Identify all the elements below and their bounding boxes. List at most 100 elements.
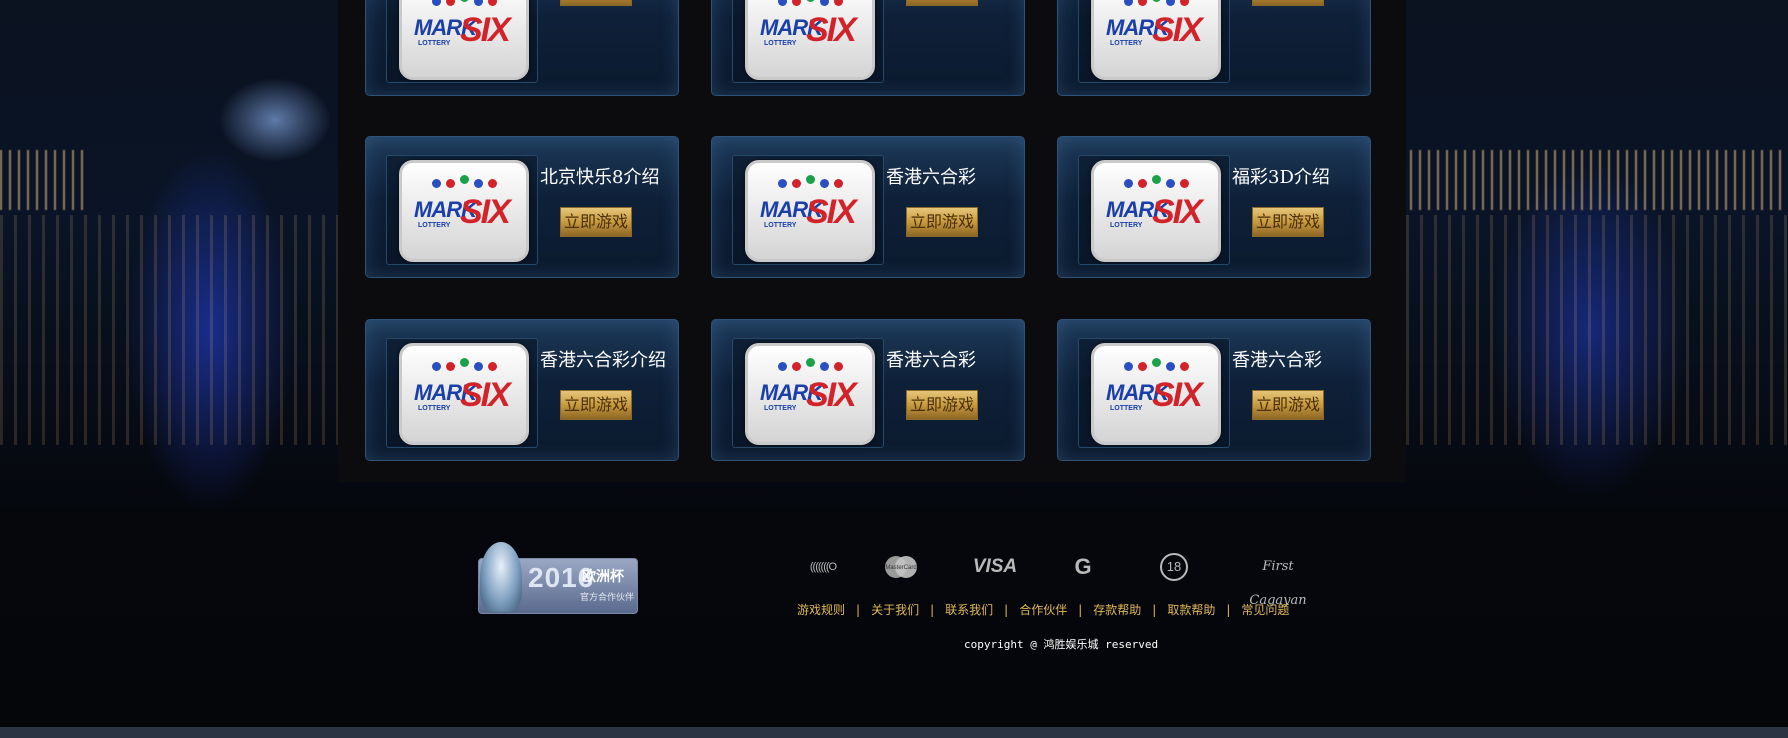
logo-lottery-text: LOTTERY [418, 40, 451, 47]
visa-icon: VISA [972, 556, 1018, 577]
copyright: copyright @ 鸿胜娱乐城 reserved [964, 638, 1159, 651]
game-logo-frame: MARK LOTTERY SIX [386, 0, 538, 83]
logo-six-text: SIX [460, 193, 511, 231]
footer-link[interactable]: 取款帮助 [1167, 603, 1215, 617]
mark-six-logo-icon: MARK LOTTERY SIX [745, 343, 875, 445]
logo-lottery-text: LOTTERY [764, 405, 797, 412]
logo-dots [1124, 358, 1194, 371]
game-card: MARK LOTTERY SIX 香港六合彩立即游戏 [1057, 319, 1371, 461]
logo-six-text: SIX [1152, 11, 1203, 49]
gamcare-icon: G [1074, 554, 1092, 579]
logo-dot [834, 0, 843, 6]
logo-dot [806, 0, 815, 2]
logo-dot [488, 362, 497, 371]
logo-dot [792, 362, 801, 371]
logo-dots [1124, 175, 1194, 188]
city-lights-left [0, 150, 90, 210]
footer-link[interactable]: 关于我们 [871, 603, 919, 617]
logo-dot [820, 0, 829, 6]
link-separator: | [1152, 603, 1157, 617]
logo-six-text: SIX [806, 193, 857, 231]
logo-dot [474, 179, 483, 188]
game-title: 香港六合彩 [1232, 350, 1322, 371]
game-logo-frame: MARK LOTTERY SIX [1078, 338, 1230, 448]
play-now-button[interactable]: 立即游戏 [906, 207, 978, 237]
mastercard-label: MasterCard [885, 565, 916, 571]
logo-dot [1166, 362, 1175, 371]
logo-dot [1166, 0, 1175, 6]
logo-dots [432, 175, 502, 188]
logo-dot [1138, 362, 1147, 371]
moneybookers-icon: (((((((O [809, 561, 837, 573]
mark-six-logo-icon: MARK LOTTERY SIX [399, 160, 529, 262]
logo-dot [834, 362, 843, 371]
play-now-button[interactable]: 立即游戏 [1252, 0, 1324, 6]
logo-dot [474, 362, 483, 371]
link-separator: | [930, 603, 935, 617]
logo-dot [1124, 0, 1133, 6]
mark-six-logo-icon: MARK LOTTERY SIX [1091, 160, 1221, 262]
logo-dots [778, 0, 848, 6]
game-logo-frame: MARK LOTTERY SIX [1078, 155, 1230, 265]
play-now-button[interactable]: 立即游戏 [906, 0, 978, 6]
mark-six-logo-icon: MARK LOTTERY SIX [1091, 343, 1221, 445]
logo-dot [820, 362, 829, 371]
play-now-button[interactable]: 立即游戏 [560, 207, 632, 237]
logo-lottery-text: LOTTERY [418, 222, 451, 229]
logo-dot [1152, 0, 1161, 2]
play-now-button[interactable]: 立即游戏 [560, 390, 632, 420]
age-18-icon: 18 [1160, 550, 1188, 584]
logo-dot [792, 0, 801, 6]
logo-dot [1152, 358, 1161, 367]
footer-link[interactable]: 合作伙伴 [1019, 603, 1067, 617]
link-separator: | [1226, 603, 1231, 617]
play-now-button[interactable]: 立即游戏 [1252, 207, 1324, 237]
water-reflection-left [0, 215, 338, 445]
mastercard-icon: MasterCard [881, 550, 921, 584]
link-separator: | [1004, 603, 1009, 617]
logo-dot [432, 179, 441, 188]
mark-six-logo-icon: MARK LOTTERY SIX [399, 343, 529, 445]
logo-dot [474, 0, 483, 6]
logo-dot [1138, 179, 1147, 188]
play-now-button[interactable]: 立即游戏 [1252, 390, 1324, 420]
footer-link[interactable]: 联系我们 [945, 603, 993, 617]
play-now-button[interactable]: 立即游戏 [560, 0, 632, 6]
play-now-button[interactable]: 立即游戏 [906, 390, 978, 420]
logo-dots [778, 175, 848, 188]
footer-nav: 游戏规则 | 关于我们 | 联系我们 | 合作伙伴 | 存款帮助 | 取款帮助 | 常见问题 [797, 601, 1317, 619]
link-separator: | [1078, 603, 1083, 617]
city-lights-right [1410, 150, 1788, 210]
logo-lottery-text: LOTTERY [764, 222, 797, 229]
logo-dot [460, 358, 469, 367]
logo-lottery-text: LOTTERY [1110, 405, 1143, 412]
game-title: 香港六合彩 [886, 167, 976, 188]
logo-six-text: SIX [460, 376, 511, 414]
game-card: MARK LOTTERY SIX 香港六合彩介绍 立即游戏 [365, 319, 679, 461]
game-card: MARK LOTTERY SIX 香港六合彩 立即游戏 [711, 319, 1025, 461]
logo-six-text: SIX [806, 376, 857, 414]
logo-dots [432, 0, 502, 6]
game-title: 香港六合彩 [886, 350, 976, 371]
logo-six-text: SIX [1152, 193, 1203, 231]
game-logo-frame: MARK LOTTERY SIX [732, 338, 884, 448]
badge-cup: 欧洲杯 [582, 569, 624, 585]
game-logo-frame: MARK LOTTERY SIX [386, 155, 538, 265]
footer-link[interactable]: 常见问题 [1241, 603, 1289, 617]
logo-dots [432, 358, 502, 371]
logo-dot [820, 179, 829, 188]
logo-dot [806, 358, 815, 367]
footer-link[interactable]: 游戏规则 [797, 603, 845, 617]
logo-dot [806, 175, 815, 184]
logo-dot [1152, 175, 1161, 184]
footer-link[interactable]: 存款帮助 [1093, 603, 1141, 617]
logo-dot [446, 362, 455, 371]
water-reflection-right [1406, 215, 1788, 445]
logo-lottery-text: LOTTERY [1110, 40, 1143, 47]
bottom-strip [0, 727, 1788, 738]
game-logo-frame: MARK LOTTERY SIX [386, 338, 538, 448]
logo-dot [1124, 362, 1133, 371]
logo-lottery-text: LOTTERY [418, 405, 451, 412]
logo-dot [1180, 362, 1189, 371]
logo-six-text: SIX [806, 11, 857, 49]
